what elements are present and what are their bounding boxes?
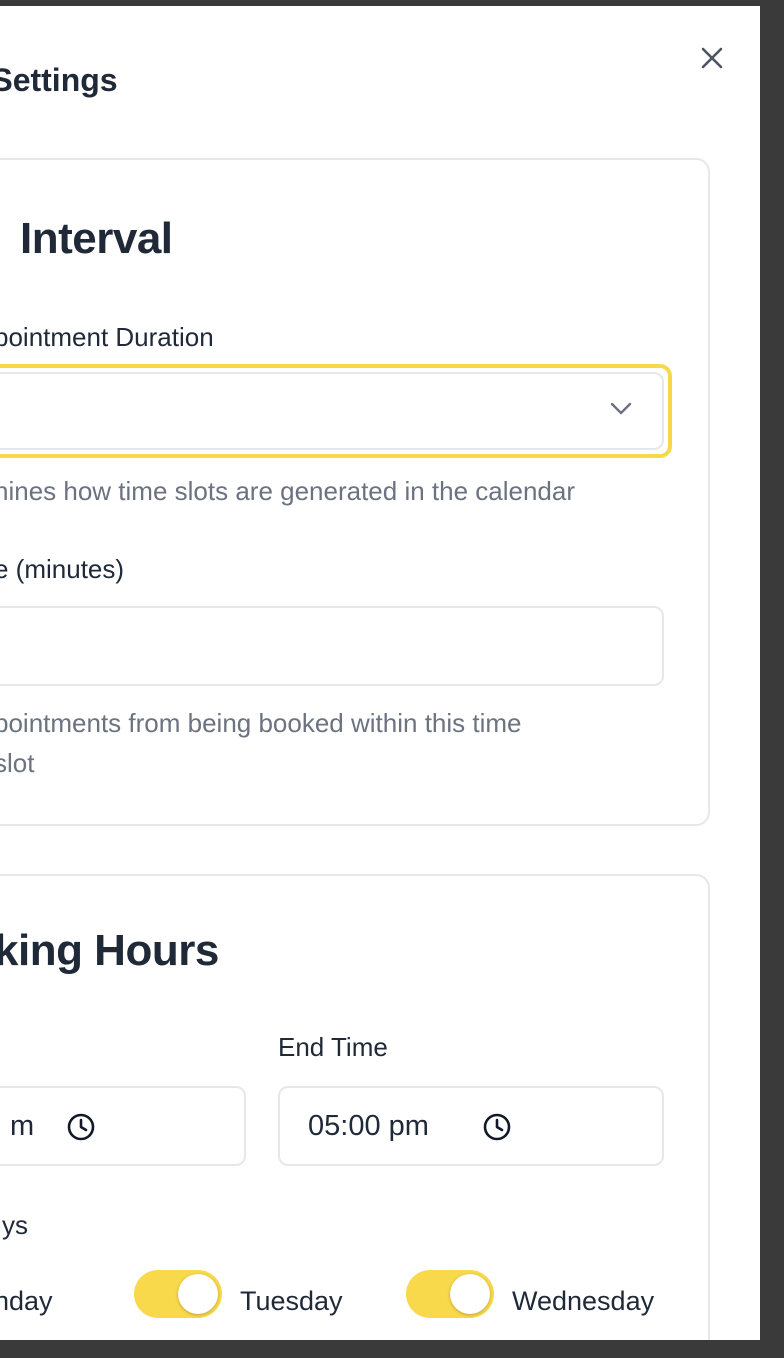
close-button[interactable] [696, 42, 728, 74]
toggle-knob [178, 1274, 218, 1314]
working-hours-card: king Hours m End Time 05:00 pm ys nday T… [0, 874, 710, 1340]
clock-icon [67, 1113, 95, 1141]
day-label-monday: nday [0, 1286, 53, 1316]
working-hours-title: king Hours [0, 926, 219, 975]
buffer-label: e (minutes) [0, 554, 125, 584]
buffer-help-text-line1: pointments from being booked within this… [0, 708, 522, 738]
toggle-tuesday[interactable] [134, 1270, 222, 1318]
interval-card-title: Interval [20, 214, 173, 263]
panel-title: r Settings [0, 62, 118, 98]
toggle-wednesday[interactable] [406, 1270, 494, 1318]
close-icon [701, 47, 723, 69]
working-days-label: ys [2, 1210, 28, 1240]
end-time-label: End Time [278, 1032, 388, 1062]
settings-panel: r Settings Interval pointment Duration n… [0, 6, 760, 1340]
day-label-wednesday: Wednesday [512, 1286, 655, 1316]
end-time-input[interactable]: 05:00 pm [278, 1086, 664, 1166]
duration-label: pointment Duration [0, 322, 214, 352]
buffer-help-text-line2: slot [0, 748, 35, 778]
start-time-value: m [10, 1110, 35, 1142]
end-time-value: 05:00 pm [308, 1110, 429, 1142]
duration-help-text: nines how time slots are generated in th… [0, 476, 576, 506]
day-label-tuesday: Tuesday [240, 1286, 343, 1316]
buffer-input[interactable] [0, 606, 664, 686]
interval-card: Interval pointment Duration nines how ti… [0, 158, 710, 826]
start-time-input[interactable]: m [0, 1086, 246, 1166]
duration-select[interactable] [0, 372, 664, 450]
toggle-knob [450, 1274, 490, 1314]
chevron-down-icon [610, 402, 632, 415]
clock-icon [483, 1113, 511, 1141]
